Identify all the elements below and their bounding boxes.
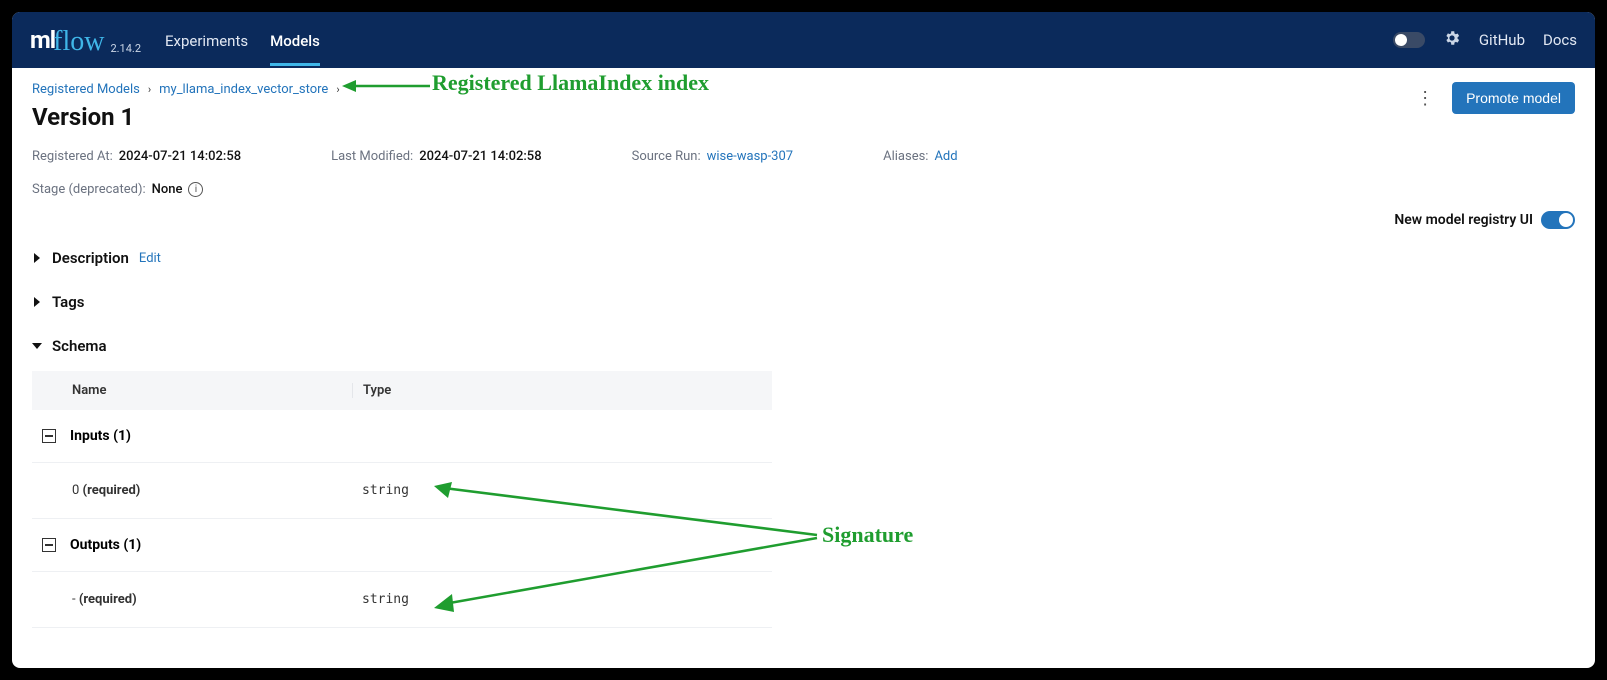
stage-label: Stage (deprecated): [32, 182, 146, 197]
aliases-label: Aliases: [883, 149, 928, 164]
gear-icon[interactable] [1443, 29, 1461, 51]
nav-models[interactable]: Models [270, 15, 320, 66]
logo-flow: flow [53, 26, 104, 58]
last-modified-label: Last Modified: [331, 149, 413, 164]
registered-at-value: 2024-07-21 14:02:58 [119, 149, 241, 164]
registry-toggle-label: New model registry UI [1394, 212, 1533, 228]
breadcrumb: Registered Models › my_llama_index_vecto… [32, 82, 340, 97]
chevron-right-icon [32, 249, 42, 267]
logo-version: 2.14.2 [110, 42, 141, 55]
schema-section-header[interactable]: Schema [32, 331, 1575, 361]
input-required: (required) [83, 483, 141, 498]
chevron-down-icon [32, 337, 42, 355]
source-run-link[interactable]: wise-wasp-307 [707, 149, 794, 164]
nav-github[interactable]: GitHub [1479, 31, 1525, 49]
output-required: (required) [79, 592, 137, 607]
page-title: Version 1 [32, 103, 340, 131]
registry-toggle-switch[interactable] [1541, 211, 1575, 229]
output-type: string [352, 592, 772, 607]
nav-docs[interactable]: Docs [1543, 31, 1577, 49]
aliases-add-link[interactable]: Add [934, 149, 957, 164]
schema-table: Name Type Inputs (1) 0 (required) string [32, 371, 772, 628]
source-run-label: Source Run: [632, 149, 701, 164]
stage-value: None [152, 182, 183, 197]
schema-col-type: Type [352, 383, 772, 398]
inputs-header: Inputs (1) [70, 428, 131, 444]
theme-toggle[interactable] [1393, 32, 1425, 48]
schema-inputs-group[interactable]: Inputs (1) [32, 410, 772, 463]
schema-input-row: 0 (required) string [32, 463, 772, 519]
schema-output-row: - (required) string [32, 572, 772, 628]
input-name: 0 [72, 483, 79, 498]
breadcrumb-model[interactable]: my_llama_index_vector_store [159, 82, 328, 97]
description-title: Description [52, 249, 129, 267]
last-modified-value: 2024-07-21 14:02:58 [419, 149, 541, 164]
tags-section-header[interactable]: Tags [32, 287, 1575, 317]
schema-outputs-group[interactable]: Outputs (1) [32, 519, 772, 572]
nav-experiments[interactable]: Experiments [165, 15, 248, 66]
schema-col-name: Name [32, 383, 352, 398]
chevron-right-icon [32, 293, 42, 311]
kebab-menu-icon[interactable]: ⋮ [1410, 84, 1440, 113]
input-type: string [352, 483, 772, 498]
description-section-header[interactable]: Description Edit [32, 243, 1575, 273]
output-name: - [72, 592, 76, 607]
collapse-icon[interactable] [42, 538, 56, 552]
registered-at-label: Registered At: [32, 149, 113, 164]
outputs-header: Outputs (1) [70, 537, 141, 553]
tags-title: Tags [52, 293, 85, 311]
logo-ml: ml [30, 26, 55, 54]
breadcrumb-sep2: › [336, 83, 339, 96]
collapse-icon[interactable] [42, 429, 56, 443]
description-edit-link[interactable]: Edit [139, 251, 161, 266]
breadcrumb-root[interactable]: Registered Models [32, 82, 140, 97]
promote-model-button[interactable]: Promote model [1452, 82, 1575, 114]
logo[interactable]: ml flow 2.14.2 [30, 24, 141, 56]
info-icon[interactable]: i [188, 182, 203, 197]
breadcrumb-sep: › [148, 83, 151, 96]
top-navbar: ml flow 2.14.2 Experiments Models GitHub… [12, 12, 1595, 68]
schema-title: Schema [52, 337, 107, 355]
